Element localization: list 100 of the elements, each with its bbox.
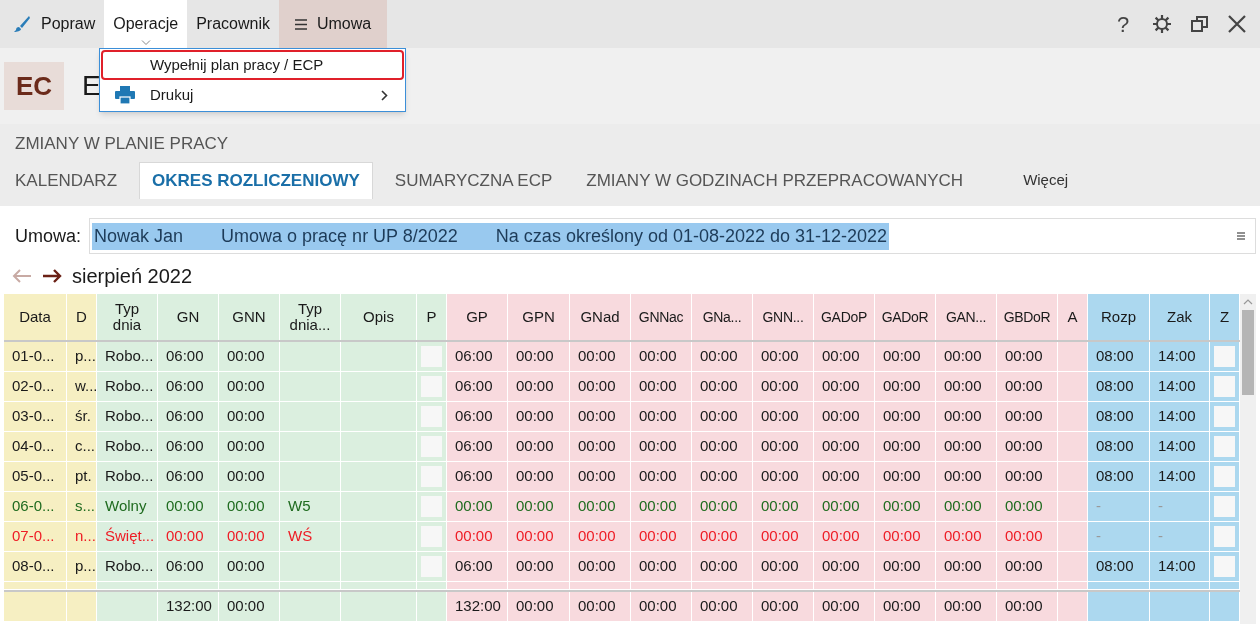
- table-cell: 02-0...: [4, 372, 67, 402]
- forward-arrow-icon[interactable]: [42, 269, 62, 283]
- table-cell: 00:00: [219, 592, 280, 622]
- toolbar-button[interactable]: Popraw: [4, 0, 105, 48]
- table-cell: 06:00: [158, 342, 219, 372]
- column-header[interactable]: Typ dnia: [97, 294, 158, 340]
- column-header[interactable]: GADoP: [814, 294, 875, 340]
- column-header[interactable]: GADoR: [875, 294, 936, 340]
- field-value: Na czas określony od 01-08-2022 do 31-12-2022: [495, 224, 888, 248]
- column-header[interactable]: GNa...: [692, 294, 753, 340]
- toolbar-button[interactable]: Pracownik: [187, 0, 279, 48]
- table-cell: 00:00: [875, 462, 936, 492]
- scrollbar[interactable]: [1240, 294, 1256, 624]
- table-cell: 00:00: [631, 552, 692, 582]
- menu-icon[interactable]: [1237, 232, 1245, 240]
- table-cell: 00:00: [875, 372, 936, 402]
- table-cell: 00:00: [753, 432, 814, 462]
- table-cell: WŚ: [280, 522, 341, 552]
- column-header[interactable]: A: [1058, 294, 1088, 340]
- column-header[interactable]: D: [67, 294, 97, 340]
- column-header[interactable]: GBDoR: [997, 294, 1058, 340]
- column-header[interactable]: Zak: [1150, 294, 1210, 340]
- tab[interactable]: ZMIANY W GODZINACH PRZEPRACOWANYCH: [574, 162, 976, 199]
- table-cell: 00:00: [158, 522, 219, 552]
- table-cell: Robo...: [97, 432, 158, 462]
- table-cell: 06:00: [158, 462, 219, 492]
- scrollbar-thumb[interactable]: [1242, 310, 1254, 395]
- menu-item[interactable]: Drukuj: [101, 80, 404, 110]
- column-header[interactable]: P: [417, 294, 447, 340]
- table-cell: 00:00: [997, 342, 1058, 372]
- table-cell: 00:00: [753, 402, 814, 432]
- table-cell: 00:00: [936, 552, 997, 582]
- table-cell: 14:00: [1150, 372, 1210, 402]
- table-cell: 00:00: [997, 432, 1058, 462]
- table-cell: 00:00: [508, 372, 570, 402]
- field-label: Umowa:: [15, 224, 81, 248]
- table-cell: 00:00: [508, 462, 570, 492]
- column-header[interactable]: GNN: [219, 294, 280, 340]
- column-header[interactable]: GPN: [508, 294, 570, 340]
- tab[interactable]: OKRES ROZLICZENIOWY: [139, 162, 373, 199]
- help-button[interactable]: ?: [1112, 7, 1134, 41]
- menu-item[interactable]: Wypełnij plan pracy / ECP: [101, 50, 404, 80]
- table-cell: 132:00: [158, 592, 219, 622]
- column-header[interactable]: GN: [158, 294, 219, 340]
- table-cell: 00:00: [570, 402, 631, 432]
- table-cell: 00:00: [631, 402, 692, 432]
- table-cell: 08:00: [1088, 342, 1150, 372]
- tab[interactable]: Więcej: [1011, 162, 1081, 199]
- column-header[interactable]: Z: [1210, 294, 1240, 340]
- table-cell: 07-0...: [4, 522, 67, 552]
- column-header[interactable]: GNNac: [631, 294, 692, 340]
- column-header[interactable]: Rozp: [1088, 294, 1150, 340]
- close-icon[interactable]: [1228, 15, 1246, 33]
- table-cell: 00:00: [570, 552, 631, 582]
- settings-icon[interactable]: [1152, 14, 1172, 34]
- table-cell: c...: [67, 432, 97, 462]
- table-cell: 08:00: [1088, 462, 1150, 492]
- table-cell: 14:00: [1150, 552, 1210, 582]
- table-cell: W5: [280, 492, 341, 522]
- column-header[interactable]: Data: [4, 294, 67, 340]
- table-cell: 00:00: [570, 342, 631, 372]
- table-cell: 04-0...: [4, 432, 67, 462]
- contract-field[interactable]: Nowak Jan Umowa o pracę nr UP 8/2022 Na czas określony od 01-08-2022 do 31-12-2022: [89, 218, 1256, 254]
- column-header[interactable]: Opis: [341, 294, 417, 340]
- scroll-up-icon[interactable]: [1243, 299, 1253, 305]
- column-header[interactable]: GNad: [570, 294, 631, 340]
- table-cell: 06:00: [158, 372, 219, 402]
- toolbar-button[interactable]: Operacje: [104, 0, 188, 48]
- table-cell: 00:00: [219, 522, 280, 552]
- field-value: Umowa o pracę nr UP 8/2022: [221, 224, 458, 248]
- table-cell: 00:00: [631, 432, 692, 462]
- table-cell: 00:00: [692, 462, 753, 492]
- column-header[interactable]: GNN...: [753, 294, 814, 340]
- back-arrow-icon[interactable]: [12, 269, 32, 283]
- table-cell: 00:00: [570, 522, 631, 552]
- tab[interactable]: KALENDARZ: [3, 162, 130, 199]
- column-header[interactable]: GAN...: [936, 294, 997, 340]
- column-header[interactable]: GP: [447, 294, 508, 340]
- table-cell: 00:00: [631, 342, 692, 372]
- table-cell: -: [1150, 522, 1210, 552]
- table-cell: Robo...: [97, 462, 158, 492]
- table-cell: 00:00: [508, 592, 570, 622]
- table-cell: 00:00: [814, 492, 875, 522]
- section-title: ZMIANY W PLANIE PRACY: [15, 133, 230, 155]
- table-cell: s...: [67, 492, 97, 522]
- table-cell: 14:00: [1150, 402, 1210, 432]
- table-cell: 00:00: [508, 432, 570, 462]
- table-cell: 00:00: [753, 372, 814, 402]
- restore-window-icon[interactable]: [1190, 14, 1210, 34]
- module-badge: EC: [4, 62, 64, 110]
- toolbar-button[interactable]: Umowa: [279, 0, 388, 48]
- table-cell: 00:00: [875, 492, 936, 522]
- table-cell: 00:00: [447, 522, 508, 552]
- column-header[interactable]: Typ dnia...: [280, 294, 341, 340]
- table-cell: 00:00: [936, 372, 997, 402]
- table-cell: Robo...: [97, 372, 158, 402]
- table-cell: 00:00: [753, 522, 814, 552]
- table-cell: 00:00: [814, 342, 875, 372]
- tab[interactable]: SUMARYCZNA ECP: [382, 162, 565, 199]
- table-cell: 00:00: [936, 462, 997, 492]
